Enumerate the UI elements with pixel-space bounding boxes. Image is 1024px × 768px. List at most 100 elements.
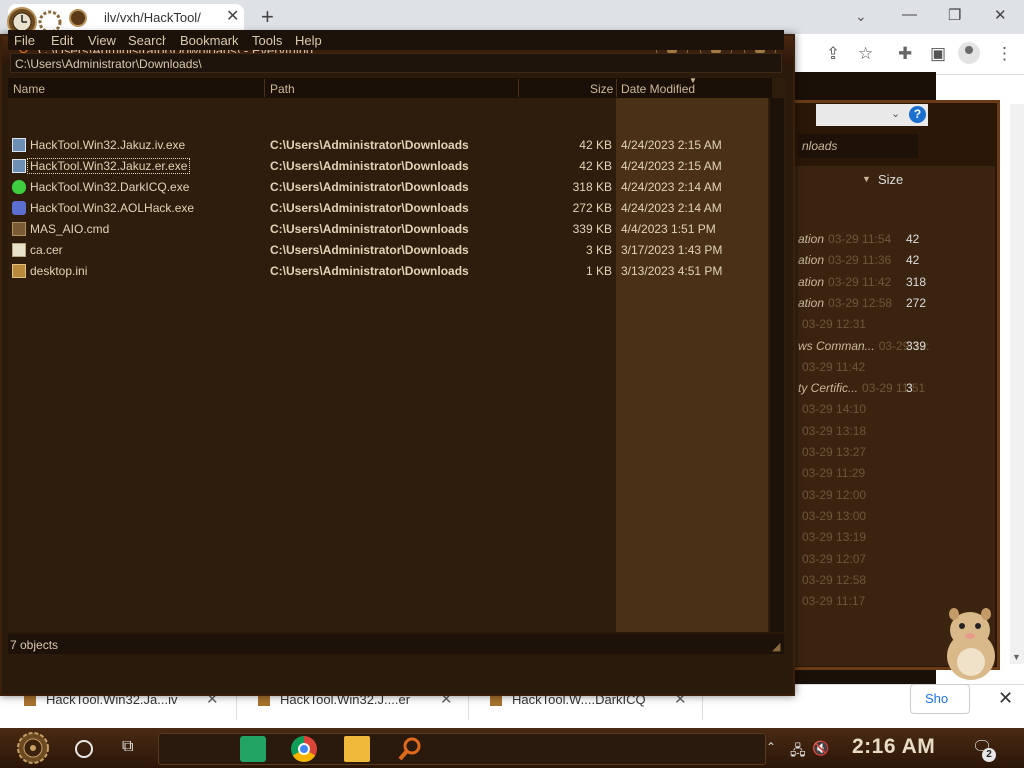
background-row[interactable]: 03-29 13:00 [798,509,930,523]
column-header-name[interactable]: Name [13,82,45,96]
background-row[interactable]: 03-29 12:00 [798,488,930,502]
menu-bookmark[interactable]: Bookmark [180,33,239,48]
menu-file[interactable]: File [14,33,35,48]
column-divider[interactable] [264,79,265,97]
result-date-modified: 4/4/2023 1:51 PM [621,222,716,236]
taskbar-search-icon[interactable] [75,740,93,758]
background-row-size: 3 [906,381,913,396]
result-path: C:\Users\Administrator\Downloads [270,201,469,215]
volume-muted-icon[interactable]: 🔇 [812,740,829,757]
background-row-date: 03-29 11:42 [828,274,892,289]
divider [702,692,703,720]
network-icon[interactable]: 🖧 [790,740,806,764]
sort-arrow-icon: ▼ [862,174,871,184]
background-row-date: 03-29 13:18 [802,423,867,438]
result-path: C:\Users\Administrator\Downloads [270,159,469,173]
search-input[interactable]: C:\Users\Administrator\Downloads\ [10,53,782,73]
background-row-date: 03-29 11:54 [828,232,892,246]
background-row-date: 03-29 12:00 [802,487,867,502]
new-tab-button[interactable]: + [261,4,274,30]
extensions-puzzle-icon[interactable]: ✚ [898,44,912,64]
result-name: HackTool.Win32.Jakuz.iv.exe [30,138,186,152]
result-name: ca.cer [30,243,63,257]
download-bar-close-icon[interactable]: ✕ [998,688,1013,709]
column-divider[interactable] [616,79,617,97]
bookmark-star-icon[interactable]: ☆ [858,44,873,64]
exe-icon [12,159,26,173]
start-button-gear-icon[interactable] [8,730,58,766]
task-view-icon[interactable]: ⧉ [122,738,133,756]
result-path: C:\Users\Administrator\Downloads [270,138,469,152]
background-row-type: ation [798,274,825,289]
chrome-menu-icon[interactable]: ⋮ [996,44,1013,64]
background-row-date: 03-29 12:31 [802,317,867,332]
notification-count-badge: 2 [982,748,996,762]
everything-taskbar-icon[interactable] [397,736,423,762]
background-row-date: 03-29 12:58 [802,572,867,587]
column-divider[interactable] [518,79,519,97]
result-path: C:\Users\Administrator\Downloads [270,222,469,236]
background-row-size: 42 [906,253,920,268]
background-row[interactable]: 03-29 12:31 [798,317,930,331]
column-header-size[interactable]: Size [590,82,613,96]
result-row[interactable]: HackTool.Win32.Jakuz.er.exe C:\Users\Admi… [8,156,768,177]
background-row[interactable]: 03-29 13:19 [798,530,930,544]
menu-view[interactable]: View [88,33,116,48]
resize-grip-icon[interactable]: ◢ [772,640,780,653]
result-path: C:\Users\Administrator\Downloads [270,264,469,278]
result-row[interactable]: HackTool.Win32.AOLHack.exe C:\Users\Admin… [8,198,768,219]
chrome-tab-close-icon[interactable]: ✕ [226,6,239,26]
background-row-date: 03-29 14:10 [802,402,867,417]
background-row[interactable]: 03-29 11:17 [798,594,930,608]
background-row[interactable]: 03-29 14:10 [798,402,930,416]
background-scrollbar[interactable] [1010,104,1024,664]
chrome-restore-button[interactable]: ❐ [948,6,961,24]
side-panel-icon[interactable]: ▣ [930,44,946,64]
result-date-modified: 4/24/2023 2:14 AM [621,180,722,194]
status-object-count: 7 objects [10,638,59,652]
column-header-date-modified[interactable]: Date Modified [621,82,695,96]
menu-help[interactable]: Help [295,33,322,48]
aol-icon [12,201,26,215]
show-all-downloads-button[interactable]: Sho [910,684,970,714]
result-size: 42 KB [579,159,612,173]
background-row-size: 42 [906,232,920,246]
tray-overflow-chevron-icon[interactable]: ⌃ [766,740,776,754]
result-size: 3 KB [585,243,612,257]
results-scrollbar[interactable] [770,98,784,632]
chrome-close-button[interactable]: ✕ [994,6,1007,24]
result-row[interactable]: ca.cer C:\Users\Administrator\Downloads 3 … [8,240,768,261]
result-row[interactable]: desktop.ini C:\Users\Administrator\Downlo… [8,261,768,282]
background-row[interactable]: 03-29 12:58 [798,573,930,587]
result-date-modified: 3/17/2023 1:43 PM [621,243,723,257]
result-path: C:\Users\Administrator\Downloads [270,243,469,257]
background-row[interactable]: 03-29 11:29 [798,466,930,480]
background-row[interactable]: 03-29 11:42 [798,360,930,374]
background-row[interactable]: 03-29 13:18 [798,424,930,438]
chrome-minimize-button[interactable]: — [902,6,917,23]
background-row[interactable]: 03-29 13:27 [798,445,930,459]
column-header-path[interactable]: Path [270,82,295,96]
result-date-modified: 4/24/2023 2:15 AM [621,138,722,152]
file-explorer-taskbar-icon[interactable] [344,736,370,762]
chevron-down-icon[interactable]: ⌄ [891,107,900,120]
menu-edit[interactable]: Edit [51,33,73,48]
menu-search[interactable]: Search [128,33,166,48]
scroll-down-arrow-icon[interactable]: ▼ [1012,652,1021,662]
share-icon[interactable]: ⇪ [826,44,840,64]
background-row-date: 03-29 11:51 [862,381,926,396]
background-row[interactable]: 03-29 12:07 [798,552,930,566]
help-icon[interactable]: ? [909,106,926,123]
background-size-column-header[interactable]: Size [878,172,903,187]
tab-search-chevron-icon[interactable]: ⌄ [855,8,867,25]
exe-icon [12,138,26,152]
result-row[interactable]: HackTool.Win32.DarkICQ.exe C:\Users\Admin… [8,177,768,198]
menu-tools[interactable]: Tools [252,33,282,48]
result-date-modified: 4/24/2023 2:15 AM [621,159,722,173]
google-sheets-taskbar-icon[interactable] [240,736,266,762]
taskbar-clock[interactable]: 2:16 AM [852,735,935,759]
result-row[interactable]: HackTool.Win32.Jakuz.iv.exe C:\Users\Admi… [8,135,768,156]
result-row[interactable]: MAS_AIO.cmd C:\Users\Administrator\Downlo… [8,219,768,240]
background-address-bar[interactable]: nloads [798,134,918,158]
profile-avatar[interactable] [958,42,980,64]
